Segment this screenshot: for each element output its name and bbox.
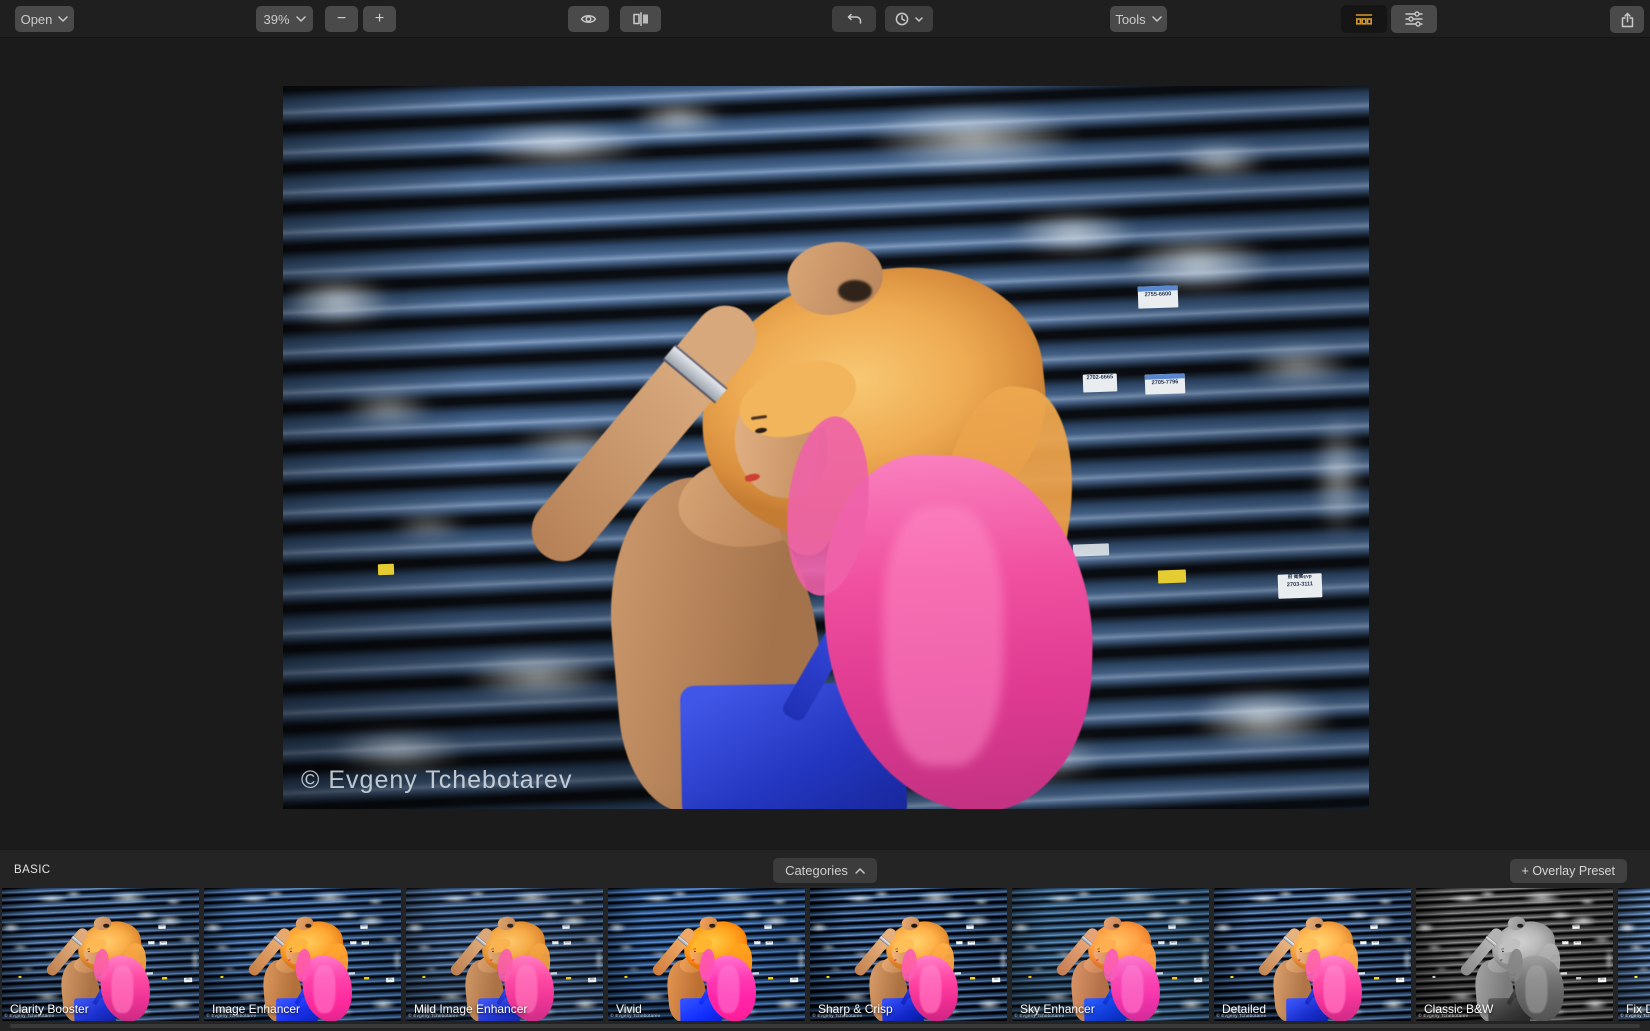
pink-hair-highlight xyxy=(883,506,1003,766)
preset-thumbnail-label: Clarity Booster xyxy=(10,1002,89,1016)
top-toolbar: Open 39% − + xyxy=(0,0,1650,38)
preset-thumbnail-label: Sharp & Crisp xyxy=(818,1002,893,1016)
filmstrip-scrollbar[interactable] xyxy=(10,1024,1640,1028)
preset-thumbnail[interactable]: 2755-6600 2702-6665 2705-7796 府 衛賓ęvp270… xyxy=(1214,888,1411,1021)
preset-thumbnail[interactable]: 2755-6600 2702-6665 2705-7796 府 衛賓ęvp270… xyxy=(608,888,805,1021)
before-after-split-icon xyxy=(633,12,649,26)
hand-shadow xyxy=(1315,924,1321,928)
preset-thumbnail-label: Classic B&W xyxy=(1424,1002,1493,1016)
eye-icon xyxy=(580,13,597,25)
sliders-icon xyxy=(1405,11,1423,27)
silver-watch xyxy=(1485,936,1497,947)
pink-hair-highlight xyxy=(313,965,335,1013)
zoom-level-dropdown[interactable]: 39% xyxy=(256,6,313,32)
preset-thumbnail[interactable]: 2755-6600 2702-6665 2705-7796 府 衛賓ęvp270… xyxy=(406,888,603,1021)
hand-shadow xyxy=(838,280,872,302)
photo-scene: 2755-6600 2702-6665 2705-7796 府 衛賓ęvp270… xyxy=(283,86,1369,809)
silver-watch xyxy=(273,936,285,947)
preset-thumbnail[interactable]: 2755-6600 2702-6665 2705-7796 府 衛賓ęvp270… xyxy=(2,888,199,1021)
preset-thumbnail-label: Vivid xyxy=(616,1002,642,1016)
presets-panel-toggle[interactable] xyxy=(1341,5,1387,33)
zoom-out-button[interactable]: − xyxy=(325,6,358,32)
preset-group-label: BASIC xyxy=(14,864,51,876)
pink-hair-highlight xyxy=(1525,965,1547,1013)
chevron-up-icon xyxy=(855,868,865,874)
compare-button[interactable] xyxy=(620,6,661,32)
chevron-down-icon xyxy=(296,16,306,22)
hand-shadow xyxy=(305,924,311,928)
silver-watch xyxy=(1283,936,1295,947)
plus-icon: + xyxy=(375,11,384,27)
overlay-preset-button-label: + Overlay Preset xyxy=(1522,864,1615,878)
add-overlay-preset-button[interactable]: + Overlay Preset xyxy=(1510,859,1627,883)
pink-hair-highlight xyxy=(717,965,739,1013)
share-export-icon xyxy=(1620,12,1635,28)
pink-hair-highlight xyxy=(919,965,941,1013)
silver-watch xyxy=(879,936,891,947)
hand-shadow xyxy=(103,924,109,928)
chevron-down-icon xyxy=(1152,16,1162,22)
open-button-label: Open xyxy=(21,12,53,27)
open-button[interactable]: Open xyxy=(15,6,74,32)
zoom-in-button[interactable]: + xyxy=(363,6,396,32)
silver-watch xyxy=(677,936,689,947)
undo-button[interactable] xyxy=(832,6,876,32)
preview-toggle-button[interactable] xyxy=(568,6,609,32)
tools-button[interactable]: Tools xyxy=(1110,6,1167,32)
preset-thumbnail-label: Sky Enhancer xyxy=(1020,1002,1095,1016)
silver-watch xyxy=(663,345,728,404)
editor-canvas: 2755-6600 2702-6665 2705-7796 府 衛賓ęvp270… xyxy=(0,38,1650,850)
filmstrip-panel-icon xyxy=(1355,13,1373,26)
preset-thumbnail-label: Mild Image Enhancer xyxy=(414,1002,527,1016)
preset-thumbnail[interactable]: 2755-6600 2702-6665 2705-7796 府 衛賓ęvp270… xyxy=(204,888,401,1021)
silver-watch xyxy=(1081,936,1093,947)
undo-arrow-icon xyxy=(847,13,862,25)
chevron-down-icon xyxy=(58,16,68,22)
adjustments-panel-toggle[interactable] xyxy=(1391,5,1437,33)
silver-watch xyxy=(475,936,487,947)
hand-shadow xyxy=(1517,924,1523,928)
silver-watch xyxy=(71,936,83,947)
pink-hair-highlight xyxy=(1323,965,1345,1013)
preset-thumbnail[interactable]: 2755-6600 2702-6665 2705-7796 府 衛賓ęvp270… xyxy=(1012,888,1209,1021)
hand-shadow xyxy=(911,924,917,928)
photo-editor-window: Open 39% − + xyxy=(0,0,1650,1031)
minus-icon: − xyxy=(337,11,346,27)
preset-thumbnail-label: Image Enhancer xyxy=(212,1002,300,1016)
photo-watermark: © Evgeny Tchebotarev xyxy=(301,766,572,795)
clock-history-icon xyxy=(895,12,909,26)
preset-thumbnail-label: Detailed xyxy=(1222,1002,1266,1016)
pink-hair-highlight xyxy=(111,965,133,1013)
preset-thumbnail[interactable]: 2755-6600 2702-6665 2705-7796 府 衛賓ęvp270… xyxy=(810,888,1007,1021)
presets-panel: BASIC Categories + Overlay Preset 2755-6… xyxy=(0,850,1650,1031)
chevron-down-icon xyxy=(915,17,923,22)
preset-thumbnail[interactable]: 2755-6600 2702-6665 2705-7796 府 衛賓ęvp270… xyxy=(1618,888,1650,1021)
preset-thumbnail-label: Fix D xyxy=(1626,1002,1650,1016)
tools-button-label: Tools xyxy=(1115,12,1145,27)
subject-figure xyxy=(283,86,1369,809)
export-button[interactable] xyxy=(1610,6,1644,33)
preset-strip: 2755-6600 2702-6665 2705-7796 府 衛賓ęvp270… xyxy=(0,888,1650,1021)
categories-button-label: Categories xyxy=(785,863,848,878)
history-button[interactable] xyxy=(885,6,933,32)
zoom-level-value: 39% xyxy=(263,12,289,27)
pink-hair-highlight xyxy=(1121,965,1143,1013)
hand-shadow xyxy=(1113,924,1119,928)
hand-shadow xyxy=(507,924,513,928)
main-photo: 2755-6600 2702-6665 2705-7796 府 衛賓ęvp270… xyxy=(283,86,1369,809)
categories-dropdown-button[interactable]: Categories xyxy=(773,858,877,883)
preset-thumbnail[interactable]: 2755-6600 2702-6665 2705-7796 府 衛賓ęvp270… xyxy=(1416,888,1613,1021)
hand-shadow xyxy=(709,924,715,928)
